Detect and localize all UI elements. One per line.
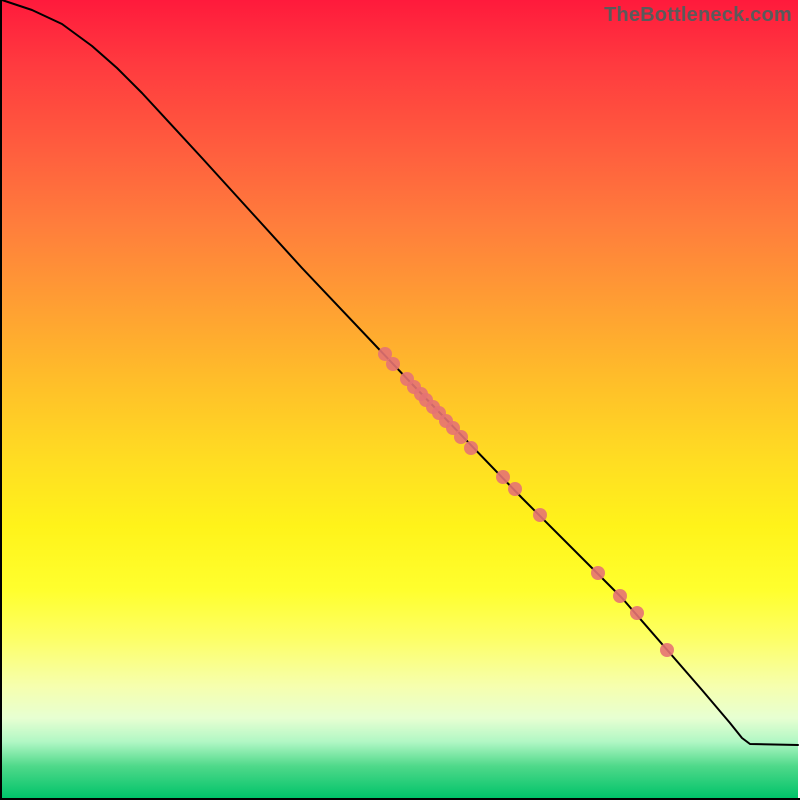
y-axis-line xyxy=(0,0,2,800)
chart-frame: TheBottleneck.com xyxy=(0,0,800,800)
watermark-text: TheBottleneck.com xyxy=(604,4,792,27)
gradient-background xyxy=(2,0,798,798)
